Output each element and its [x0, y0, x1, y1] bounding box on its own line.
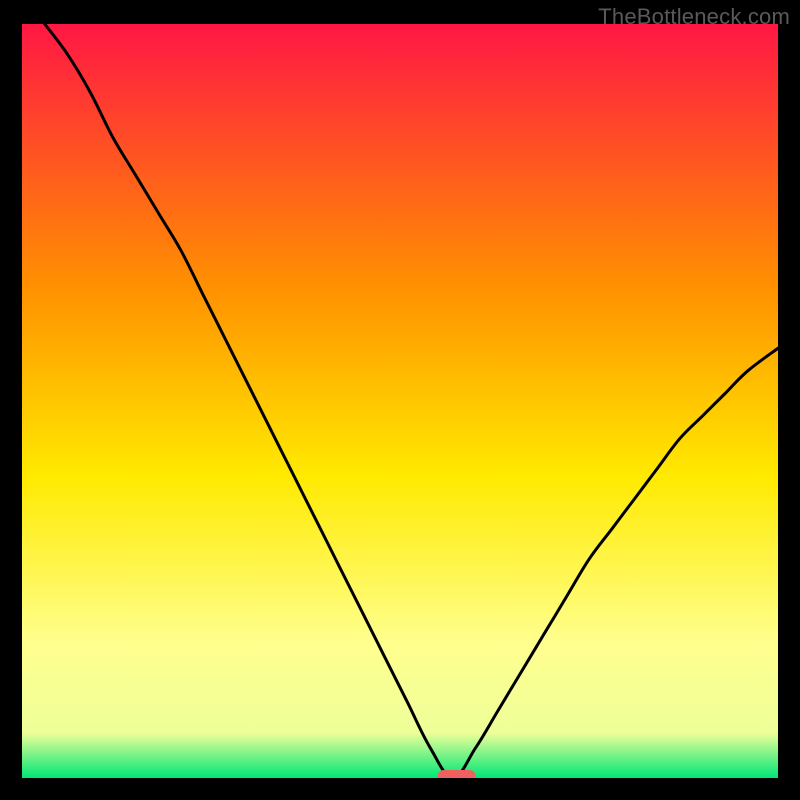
watermark-text: TheBottleneck.com	[598, 4, 790, 30]
chart-container: TheBottleneck.com	[0, 0, 800, 800]
plot-svg	[22, 24, 778, 778]
optimum-marker	[438, 770, 476, 778]
gradient-background	[22, 24, 778, 778]
plot-area	[22, 24, 778, 778]
